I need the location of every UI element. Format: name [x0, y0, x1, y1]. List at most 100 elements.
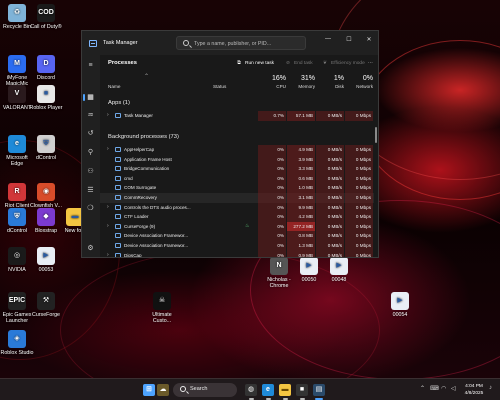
memory-column-header[interactable]: Memory [287, 84, 315, 89]
expand-chevron-icon[interactable]: › [107, 251, 109, 257]
desktop-icon[interactable]: ◉ Clownfish V... [29, 183, 63, 209]
desktop-icon[interactable]: ■ Roblox Player [29, 85, 63, 111]
network-column-header[interactable]: Network [345, 84, 373, 89]
taskbar-file-explorer[interactable]: ▬ [279, 384, 291, 396]
memory-cell: 3.3 MB [287, 164, 315, 174]
taskbar-roblox[interactable]: ■ [296, 384, 308, 396]
magicmic-icon: M [8, 55, 26, 73]
expand-chevron-icon[interactable]: › [107, 145, 109, 155]
start-button[interactable]: ⊞ [143, 384, 155, 396]
process-row[interactable]: CTF Loader 0% 4.2 MB 0 MB/s 0 Mbps [100, 212, 374, 222]
memory-cell: 4.2 MB [287, 212, 315, 222]
network-cell: 0 Mbps [345, 202, 373, 213]
memory-cell: 0.8 MB [287, 231, 315, 241]
close-button[interactable]: ✕ [362, 36, 376, 46]
users-icon[interactable]: ⚇ [86, 167, 95, 176]
background-group-header: Background processes (73) [108, 134, 179, 140]
desktop-icon[interactable]: ▶ 00053 [29, 247, 63, 273]
processes-icon[interactable]: ▦ [86, 93, 95, 102]
expand-chevron-icon[interactable]: › [107, 203, 109, 213]
efficiency-status-icon: ♨ [245, 222, 250, 229]
process-row[interactable]: CommRecovery 0% 3.1 MB 0 MB/s 0 Mbps [100, 193, 374, 203]
run-new-task-button[interactable]: ⧉ Run new task [236, 59, 274, 68]
taskbar-task-manager[interactable]: ▤ [313, 384, 325, 396]
cpu-column-header[interactable]: CPU [258, 84, 286, 89]
process-row[interactable]: Application Frame Host 0% 3.9 MB 0 MB/s 0 Mb… [100, 154, 374, 165]
taskbar-chrome[interactable]: ◍ [245, 384, 257, 396]
tray-chevron-icon[interactable]: ⌃ [420, 385, 425, 392]
roblox-studio-icon: ◈ [8, 330, 26, 348]
network-cell: 0 Mbps [345, 111, 373, 121]
process-name: AppHelperCap [124, 147, 155, 152]
cpu-cell: 0% [258, 154, 286, 165]
startup-apps-icon[interactable]: ⚲ [86, 148, 95, 157]
process-row[interactable]: Device Association Framewor... 0% 1.3 MB 0 … [100, 241, 374, 251]
desktop-icon[interactable]: ⛨ dControl [29, 135, 63, 161]
network-cell: 0 Mbps [345, 212, 373, 222]
app-history-icon[interactable]: ↺ [86, 129, 95, 138]
task-manager-window[interactable]: Task Manager — ☐ ✕ ≡ ▦ ♒ ↺ ⚲ ⚇ ☰ ❍ ⚙ Pro… [81, 30, 379, 258]
desktop-icon[interactable]: COD Call of Duty® [29, 4, 63, 30]
process-row[interactable]: › AppHelperCap 0% 4.9 MB 0 MB/s 0 Mbps [100, 145, 374, 155]
process-name: Controls the DTS audio proces... [124, 204, 191, 210]
memory-cell: 3.9 MB [287, 154, 315, 165]
network-cell: 0 Mbps [345, 221, 373, 232]
process-row[interactable]: › DipsCap 0% 0.9 MB 0 MB/s 0 Mbps [100, 250, 374, 257]
settings-icon[interactable]: ⚙ [86, 244, 95, 253]
efficiency-mode-label: Efficiency mode [331, 61, 365, 66]
process-row[interactable]: › Controls the DTS audio proces... 0% 9.9 M… [100, 202, 374, 213]
disk-cell: 0 MB/s [316, 231, 344, 241]
volume-icon[interactable]: ◁ [451, 385, 456, 392]
status-column-header[interactable]: Status [213, 84, 226, 89]
notification-bell-icon[interactable]: ♪ [489, 385, 492, 391]
wifi-icon[interactable]: ◠ [441, 385, 446, 392]
vertical-scrollbar[interactable] [375, 127, 377, 143]
expand-chevron-icon[interactable]: › [107, 111, 109, 121]
desktop-icon-label: Roblox Player [29, 105, 63, 111]
process-row[interactable]: BridgeCommunication 0% 3.3 MB 0 MB/s 0 Mbps [100, 164, 374, 174]
sort-chevron-icon[interactable]: ⌃ [144, 73, 149, 80]
process-row[interactable]: cmd 0% 0.6 MB 0 MB/s 0 Mbps [100, 173, 374, 184]
minimize-button[interactable]: — [321, 36, 335, 46]
search-input[interactable] [194, 39, 302, 48]
memory-cell: 57.1 MB [287, 111, 315, 121]
language-icon[interactable]: ⌨ [430, 385, 439, 392]
desktop-icon[interactable]: ⚒ CurseForge [29, 292, 63, 318]
clownfish-icon: ◉ [37, 183, 55, 201]
efficiency-mode-button[interactable]: ❦ Efficiency mode [322, 59, 365, 68]
search-box[interactable] [176, 36, 306, 50]
memory-cell: 0.6 MB [287, 173, 315, 184]
desktop-icon[interactable]: ☠ Ultimate Custo... [145, 292, 179, 324]
process-row[interactable]: › CurseForge (9) ♨ 0% 277.2 MB 0 MB/s 0 Mbps [100, 221, 374, 232]
cpu-cell: 0% [258, 212, 286, 222]
disk-column-header[interactable]: Disk [316, 84, 344, 89]
end-task-button[interactable]: ⊘ End task [285, 59, 313, 68]
more-options-button[interactable]: ··· [368, 59, 373, 68]
task-view-button[interactable]: ☁ [157, 384, 169, 396]
desktop-icon[interactable]: ▶ 00050 [292, 257, 326, 283]
network-cell: 0 Mbps [345, 164, 373, 174]
taskbar-edge[interactable]: e [262, 384, 274, 396]
network-cell: 0 Mbps [345, 231, 373, 241]
process-icon [115, 166, 121, 172]
process-row[interactable]: Device Association Framewor... 0% 0.8 MB 0 … [100, 231, 374, 241]
taskbar-search[interactable]: Search [173, 383, 237, 397]
desktop-icon[interactable]: ◈ Roblox Studio [0, 330, 34, 356]
hamburger-menu-icon[interactable]: ≡ [86, 61, 95, 70]
process-row[interactable]: › Task Manager 0.7% 57.1 MB 0 MB/s 0 Mbps [100, 111, 374, 121]
process-row[interactable]: COM Surrogate 0% 1.0 MB 0 MB/s 0 Mbps [100, 183, 374, 193]
desktop-icon[interactable]: ▶ 00048 [322, 257, 356, 283]
name-column-header[interactable]: Name [108, 84, 121, 89]
desktop-icon[interactable]: N Nicholas - Chrome [262, 257, 296, 289]
clock[interactable]: 4:04 PM 4/8/2025 [461, 383, 487, 397]
details-icon[interactable]: ☰ [86, 186, 95, 195]
maximize-button[interactable]: ☐ [342, 36, 356, 46]
performance-icon[interactable]: ♒ [86, 111, 95, 120]
process-name: Application Frame Host [124, 156, 172, 162]
services-icon[interactable]: ❍ [86, 204, 95, 213]
desktop-icon[interactable]: D Discord [29, 55, 63, 81]
desktop-icon[interactable]: ▶ 00054 [383, 292, 417, 318]
title-bar[interactable]: Task Manager — ☐ ✕ [82, 31, 378, 55]
expand-chevron-icon[interactable]: › [107, 222, 109, 232]
disk-cell: 0 MB/s [316, 183, 344, 193]
